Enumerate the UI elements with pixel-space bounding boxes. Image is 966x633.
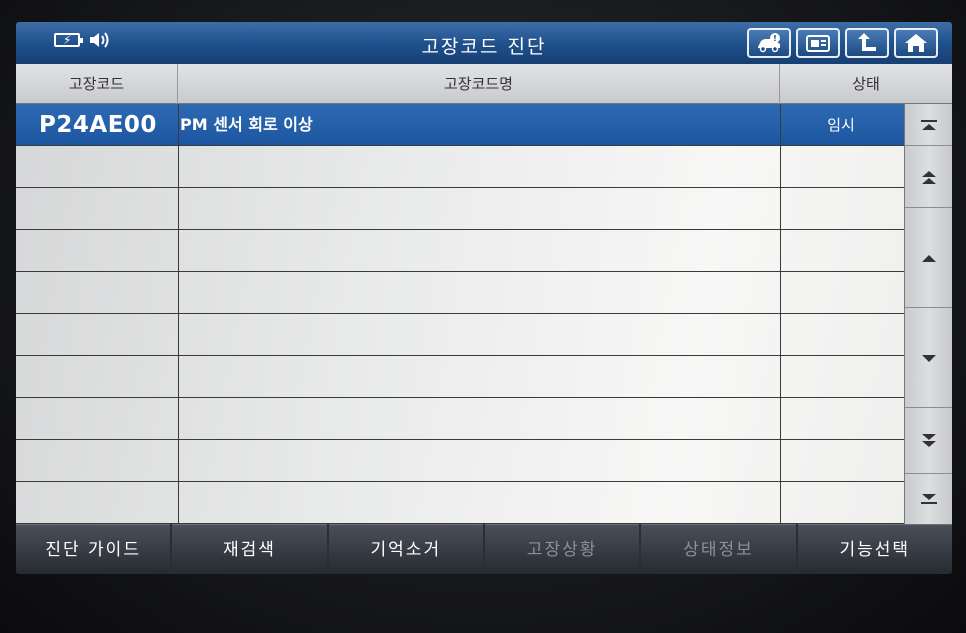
table-header: 고장코드 고장코드명 상태 [16, 64, 952, 104]
freeze-frame-button[interactable]: 고장상황 [484, 524, 640, 574]
scroll-last-icon [921, 494, 937, 504]
scroll-up-button[interactable] [905, 208, 952, 308]
status-info-button[interactable]: 상태정보 [641, 524, 796, 574]
function-select-button[interactable]: 기능선택 [797, 524, 952, 574]
screen-capture-icon [806, 35, 830, 52]
column-header-code[interactable]: 고장코드 [16, 64, 178, 104]
table-row[interactable] [16, 398, 904, 440]
scroll-first-button[interactable] [905, 104, 952, 146]
column-divider [178, 104, 179, 524]
scroll-up-icon [922, 254, 936, 262]
scroll-down-button[interactable] [905, 308, 952, 408]
scroll-last-button[interactable] [905, 474, 952, 524]
diagnostic-guide-button[interactable]: 진단 가이드 [16, 524, 171, 574]
scroll-first-icon [921, 119, 937, 130]
column-header-name[interactable]: 고장코드명 [178, 64, 780, 104]
table-row[interactable] [16, 356, 904, 398]
column-divider [780, 104, 781, 524]
back-button[interactable] [845, 28, 889, 58]
device-screen: ⚡ 고장코드 진단 ! 고장코드 고장코드명 상태 P24AE00 PM 센서 … [16, 22, 952, 574]
table-row[interactable] [16, 230, 904, 272]
table-row[interactable] [16, 272, 904, 314]
fault-code: P24AE00 [39, 112, 157, 138]
table-row[interactable] [16, 440, 904, 482]
home-icon [905, 34, 927, 52]
fault-code-table: P24AE00 PM 센서 회로 이상 임시 [16, 104, 904, 524]
bottom-toolbar: 진단 가이드 재검색 기억소거 고장상황 상태정보 기능선택 [16, 524, 952, 574]
scroll-down-icon [922, 354, 936, 362]
fault-name: PM 센서 회로 이상 [180, 115, 313, 134]
scrollbar[interactable] [904, 104, 952, 524]
column-header-state[interactable]: 상태 [780, 64, 952, 104]
table-row[interactable] [16, 146, 904, 188]
screen-capture-button[interactable] [796, 28, 840, 58]
table-row[interactable] [16, 482, 904, 524]
home-button[interactable] [894, 28, 938, 58]
vehicle-info-button[interactable]: ! [747, 28, 791, 58]
table-row[interactable]: P24AE00 PM 센서 회로 이상 임시 [16, 104, 904, 146]
page-up-button[interactable] [905, 146, 952, 208]
table-row[interactable] [16, 314, 904, 356]
svg-text:!: ! [773, 34, 777, 43]
clear-memory-button[interactable]: 기억소거 [328, 524, 483, 574]
rescan-button[interactable]: 재검색 [172, 524, 327, 574]
page-up-icon [922, 170, 936, 184]
page-down-button[interactable] [905, 408, 952, 474]
top-toolbar: ! [747, 28, 938, 58]
page-down-icon [922, 433, 936, 447]
table-row[interactable] [16, 188, 904, 230]
device-bezel: ⚡ 고장코드 진단 ! 고장코드 고장코드명 상태 P24AE00 PM 센서 … [0, 0, 966, 633]
title-bar: ⚡ 고장코드 진단 ! [16, 22, 952, 64]
vehicle-info-icon: ! [758, 33, 780, 53]
back-icon [858, 33, 876, 51]
fault-state: 임시 [827, 116, 855, 134]
